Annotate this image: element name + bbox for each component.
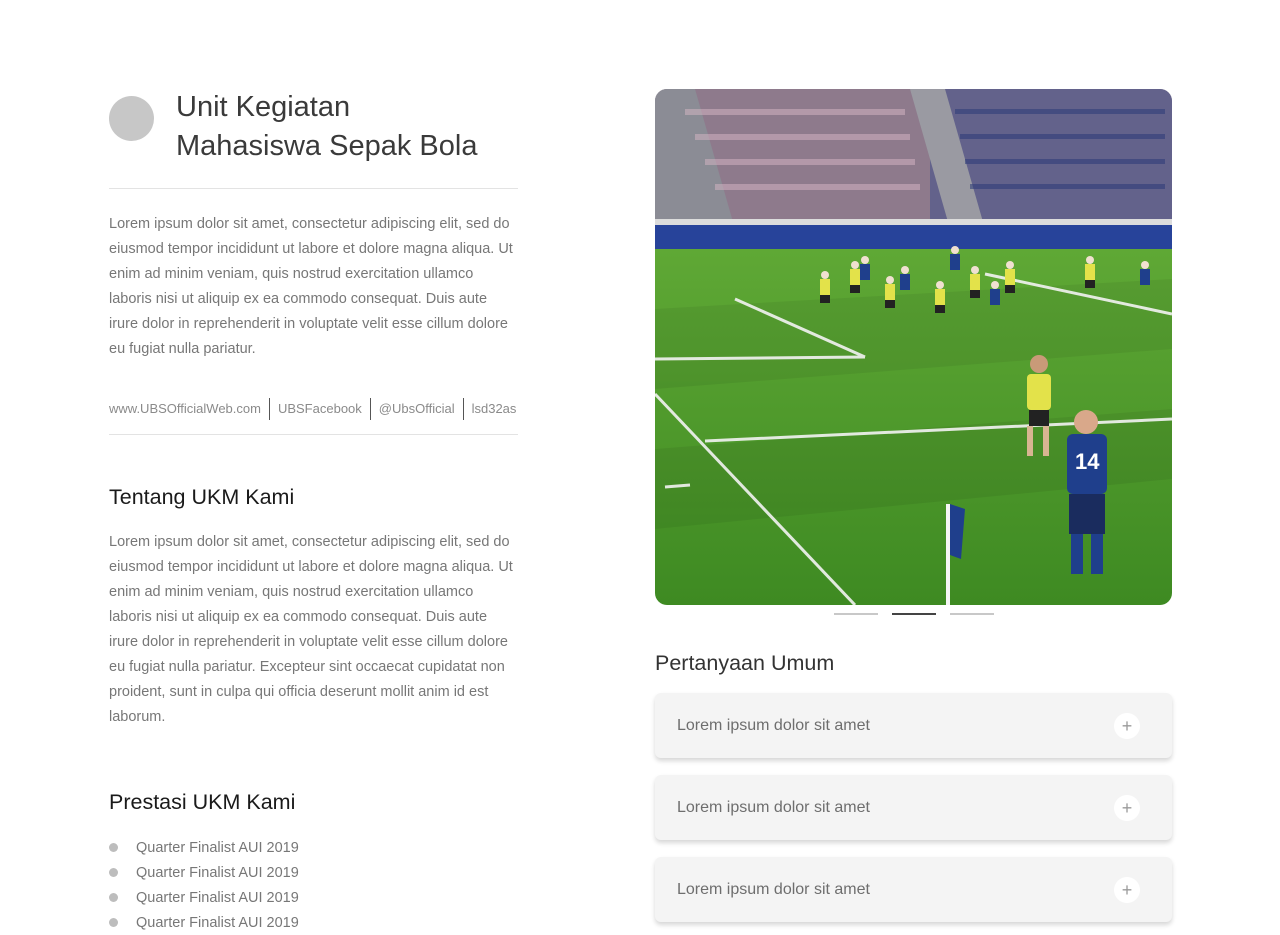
svg-text:14: 14 [1075,449,1100,474]
faq-question: Lorem ipsum dolor sit amet [677,716,870,734]
faq-item[interactable]: Lorem ipsum dolor sit amet + [655,857,1172,922]
faq-heading: Pertanyaan Umum [655,651,835,675]
achievements-heading: Prestasi UKM Kami [109,790,296,814]
club-header: Unit Kegiatan Mahasiswa Sepak Bola [109,88,518,189]
club-info: Unit Kegiatan Mahasiswa Sepak Bola Lorem… [109,88,518,935]
club-title-line2: Mahasiswa Sepak Bola [176,130,478,162]
football-match-photo: 14 [655,89,1172,605]
club-title: Unit Kegiatan Mahasiswa Sepak Bola [176,88,477,166]
line-link[interactable]: lsd32as [462,398,525,420]
bullet-icon [109,893,118,902]
achievement-item: Quarter Finalist AUI 2019 [109,835,518,860]
achievement-text: Quarter Finalist AUI 2019 [136,839,299,856]
club-title-line1: Unit Kegiatan [176,91,351,123]
faq-item[interactable]: Lorem ipsum dolor sit amet + [655,693,1172,758]
about-heading: Tentang UKM Kami [109,485,295,509]
instagram-link[interactable]: @UbsOfficial [369,398,463,420]
media-column: 14 Pertanyaan Umum Lorem ipsum dolor sit… [655,89,1172,922]
faq-list: Lorem ipsum dolor sit amet + Lorem ipsum… [655,693,1172,922]
plus-icon[interactable]: + [1114,794,1140,821]
facebook-link[interactable]: UBSFacebook [268,398,370,420]
plus-icon[interactable]: + [1114,712,1140,739]
bullet-icon [109,918,118,927]
achievement-item: Quarter Finalist AUI 2019 [109,910,518,935]
bullet-icon [109,843,118,852]
faq-question: Lorem ipsum dolor sit amet [677,880,870,898]
faq-item[interactable]: Lorem ipsum dolor sit amet + [655,775,1172,840]
achievement-text: Quarter Finalist AUI 2019 [136,864,299,881]
achievement-text: Quarter Finalist AUI 2019 [136,889,299,906]
website-link[interactable]: www.UBSOfficialWeb.com [109,398,269,420]
bullet-icon [109,868,118,877]
achievement-item: Quarter Finalist AUI 2019 [109,885,518,910]
carousel-dot[interactable] [949,613,994,615]
about-text: Lorem ipsum dolor sit amet, consectetur … [109,534,513,725]
plus-icon[interactable]: + [1114,876,1140,903]
club-description: Lorem ipsum dolor sit amet, consectetur … [109,216,513,357]
achievement-item: Quarter Finalist AUI 2019 [109,860,518,885]
carousel-indicators [655,613,1172,615]
faq-question: Lorem ipsum dolor sit amet [677,798,870,816]
contact-links: www.UBSOfficialWeb.com UBSFacebook @UbsO… [109,398,518,435]
achievement-text: Quarter Finalist AUI 2019 [136,914,299,931]
carousel-dot-active[interactable] [891,613,936,615]
achievements-list: Quarter Finalist AUI 2019 Quarter Finali… [109,835,518,935]
club-logo [109,96,154,141]
carousel-dot[interactable] [833,613,878,615]
